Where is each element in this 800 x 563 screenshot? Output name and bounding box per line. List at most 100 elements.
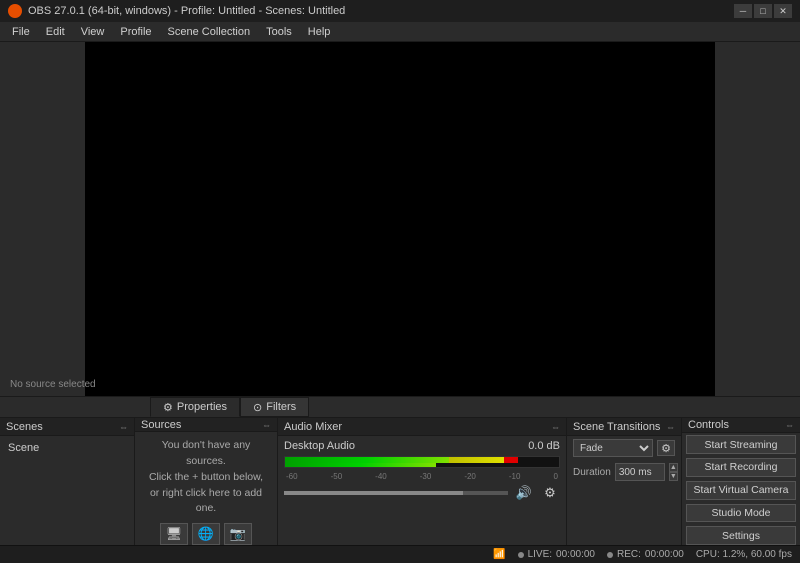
- status-bar: 📶 LIVE: 00:00:00 REC: 00:00:00 CPU: 1.2%…: [0, 545, 800, 563]
- duration-down-button[interactable]: ▼: [669, 472, 678, 481]
- controls-title: Controls: [688, 419, 729, 431]
- menu-profile[interactable]: Profile: [112, 24, 159, 40]
- preview-wrapper: No source selected: [0, 42, 800, 396]
- duration-label: Duration: [573, 467, 611, 478]
- title-text: OBS 27.0.1 (64-bit, windows) - Profile: …: [28, 5, 345, 17]
- sources-expand-icon[interactable]: ⇔: [262, 420, 271, 430]
- audio-mixer-panel: Audio Mixer ⇔ Desktop Audio 0.0 dB: [278, 418, 567, 545]
- scale-20: -20: [464, 472, 476, 481]
- no-source-label: No source selected: [10, 379, 96, 390]
- live-label: LIVE:: [528, 549, 552, 560]
- menu-scene-collection[interactable]: Scene Collection: [160, 24, 259, 40]
- close-button[interactable]: ✕: [774, 4, 792, 18]
- audio-settings-button[interactable]: ⚙: [540, 485, 560, 501]
- filters-label: Filters: [266, 401, 296, 413]
- audio-mixer-header: Audio Mixer ⇔: [278, 418, 566, 436]
- scenes-panel-header: Scenes ⇔: [0, 418, 134, 436]
- gear-icon: ⚙: [163, 401, 173, 414]
- transitions-title: Scene Transitions: [573, 421, 660, 433]
- scale-0: 0: [553, 472, 557, 481]
- menu-help[interactable]: Help: [300, 24, 339, 40]
- duration-up-button[interactable]: ▲: [669, 463, 678, 472]
- scale-60: -60: [286, 472, 298, 481]
- cpu-label: CPU: 1.2%, 60.00 fps: [696, 549, 792, 560]
- meter-bar-green2: [285, 463, 436, 468]
- source-icon-display[interactable]: 🖥: [160, 523, 188, 545]
- studio-mode-button[interactable]: Studio Mode: [686, 504, 796, 523]
- start-recording-button[interactable]: Start Recording: [686, 458, 796, 477]
- menu-view[interactable]: View: [73, 24, 113, 40]
- center-right-column: No source selected ⚙ Properties ⊙ Filter…: [0, 42, 800, 545]
- menu-edit[interactable]: Edit: [38, 24, 73, 40]
- live-status: LIVE: 00:00:00: [518, 549, 595, 560]
- audio-content: Desktop Audio 0.0 dB -60 -50 -40: [278, 436, 566, 545]
- main-layout: No source selected ⚙ Properties ⊙ Filter…: [0, 42, 800, 545]
- audio-mixer-title: Audio Mixer: [284, 421, 342, 433]
- rec-label: REC:: [617, 549, 641, 560]
- audio-db-value: 0.0 dB: [528, 440, 560, 452]
- scale-10: -10: [509, 472, 521, 481]
- properties-label: Properties: [177, 401, 227, 413]
- window-controls: ─ □ ✕: [734, 4, 792, 18]
- scale-40: -40: [375, 472, 387, 481]
- start-virtual-camera-button[interactable]: Start Virtual Camera: [686, 481, 796, 500]
- transition-settings-button[interactable]: ⚙: [657, 440, 675, 456]
- transition-duration-row: Duration ▲ ▼: [567, 460, 681, 484]
- transitions-header: Scene Transitions ⇔: [567, 418, 681, 436]
- menu-tools[interactable]: Tools: [258, 24, 300, 40]
- properties-tab-bar: ⚙ Properties ⊙ Filters: [0, 396, 800, 418]
- meter-bar-yellow: [449, 457, 504, 463]
- settings-button[interactable]: Settings: [686, 526, 796, 545]
- cpu-status: CPU: 1.2%, 60.00 fps: [696, 549, 792, 560]
- title-bar-left: OBS 27.0.1 (64-bit, windows) - Profile: …: [8, 4, 345, 18]
- live-time: 00:00:00: [556, 549, 595, 560]
- bottom-row: Scenes ⇔ Scene + − ∧ ∨: [0, 418, 800, 545]
- meter-bar-red: [504, 457, 518, 463]
- scale-50: -50: [331, 472, 343, 481]
- sources-empty-message[interactable]: You don't have any sources. Click the + …: [135, 432, 277, 545]
- meter-scale: -60 -50 -40 -30 -20 -10 0: [284, 472, 560, 481]
- scenes-panel-title: Scenes: [6, 421, 43, 433]
- sources-empty-line1: You don't have any sources.: [141, 438, 271, 470]
- transitions-panel: Scene Transitions ⇔ Fade ⚙ Duration ▲: [567, 418, 682, 545]
- source-icon-browser[interactable]: 🌐: [192, 523, 220, 545]
- controls-expand-icon[interactable]: ⇔: [785, 420, 794, 430]
- filter-icon: ⊙: [253, 401, 262, 414]
- scale-30: -30: [420, 472, 432, 481]
- controls-panel: Controls ⇔ Start Streaming Start Recordi…: [682, 418, 800, 545]
- tab-filters[interactable]: ⊙ Filters: [240, 397, 309, 417]
- transition-type-row: Fade ⚙: [567, 436, 681, 460]
- mute-button[interactable]: 🔊: [514, 485, 534, 501]
- sources-icon-row: 🖥 🌐 📷: [160, 523, 252, 545]
- minimize-button[interactable]: ─: [734, 4, 752, 18]
- scenes-panel: Scenes ⇔ Scene + − ∧ ∨: [0, 418, 135, 545]
- audio-meter: [284, 456, 560, 468]
- volume-slider[interactable]: [284, 491, 508, 495]
- app-window: OBS 27.0.1 (64-bit, windows) - Profile: …: [0, 0, 800, 563]
- scenes-expand-icon[interactable]: ⇔: [119, 422, 128, 432]
- sources-panel-title: Sources: [141, 419, 181, 431]
- duration-spinner: ▲ ▼: [669, 463, 678, 481]
- sources-empty-line2: Click the + button below,: [149, 470, 263, 486]
- network-icon-item: 📶: [493, 549, 505, 560]
- title-bar: OBS 27.0.1 (64-bit, windows) - Profile: …: [0, 0, 800, 22]
- audio-controls-row: 🔊 ⚙: [284, 485, 560, 501]
- controls-header: Controls ⇔: [682, 418, 800, 433]
- tab-properties[interactable]: ⚙ Properties: [150, 397, 240, 417]
- rec-time: 00:00:00: [645, 549, 684, 560]
- source-icon-camera[interactable]: 📷: [224, 523, 252, 545]
- sources-empty-line3: or right click here to add one.: [141, 486, 271, 518]
- duration-input[interactable]: [615, 463, 665, 481]
- live-dot: [518, 552, 524, 558]
- maximize-button[interactable]: □: [754, 4, 772, 18]
- transition-type-select[interactable]: Fade: [573, 439, 653, 457]
- transitions-expand-icon[interactable]: ⇔: [666, 422, 675, 432]
- rec-status: REC: 00:00:00: [607, 549, 684, 560]
- menu-file[interactable]: File: [4, 24, 38, 40]
- start-streaming-button[interactable]: Start Streaming: [686, 435, 796, 454]
- volume-slider-fill: [284, 491, 463, 495]
- audio-track-name: Desktop Audio: [284, 440, 355, 452]
- rec-dot: [607, 552, 613, 558]
- audio-mixer-expand-icon[interactable]: ⇔: [551, 422, 560, 432]
- scene-item[interactable]: Scene: [4, 440, 130, 456]
